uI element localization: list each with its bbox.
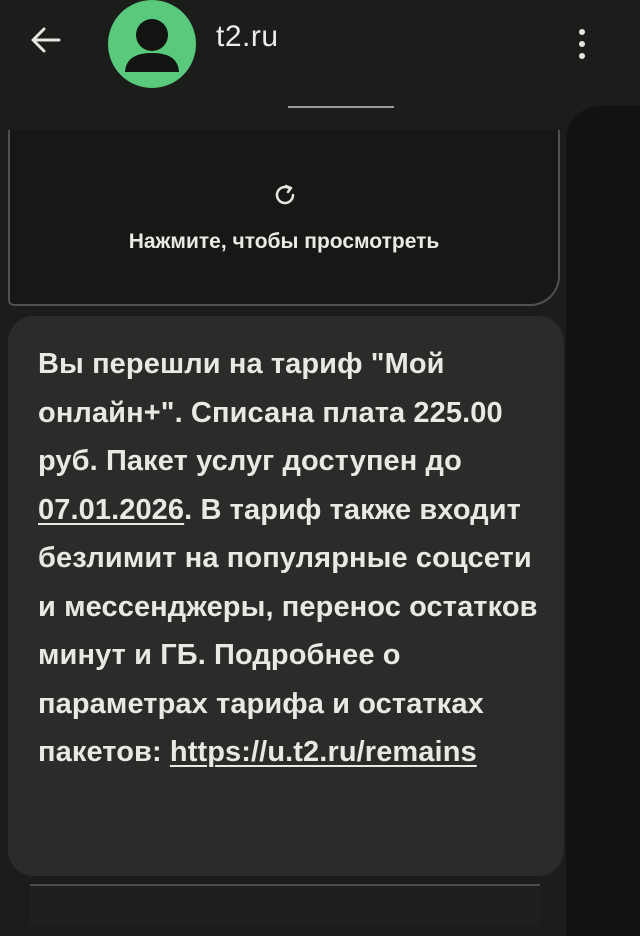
tap-to-view-label: Нажмите, чтобы просмотреть <box>128 230 440 253</box>
back-button[interactable] <box>22 16 70 64</box>
contact-title[interactable]: t2.ru <box>216 20 279 54</box>
message-bubble: Вы перешли на тариф "Мой онлайн+". Списа… <box>8 316 564 876</box>
remains-link[interactable]: https://u.t2.ru/remains <box>170 736 477 768</box>
message-text: Вы перешли на тариф "Мой онлайн+". Списа… <box>38 340 538 777</box>
person-avatar-icon <box>125 19 179 72</box>
more-vertical-icon <box>579 29 585 59</box>
reload-icon <box>275 184 295 205</box>
message-body-start: Вы перешли на тариф "Мой онлайн+". Списа… <box>38 348 503 477</box>
app-bar: t2.ru <box>0 0 640 96</box>
date-link[interactable]: 07.01.2026 <box>38 494 184 526</box>
drag-handle[interactable] <box>288 106 394 108</box>
arrow-left-icon <box>31 27 61 53</box>
media-preview-card[interactable]: Нажмите, чтобы просмотреть <box>8 130 560 306</box>
next-message-card <box>30 884 540 926</box>
side-panel <box>566 106 640 936</box>
message-body-end: . В тариф также входит безлимит на попул… <box>38 493 538 769</box>
contact-avatar[interactable] <box>108 0 196 88</box>
more-options-button[interactable] <box>566 20 598 68</box>
